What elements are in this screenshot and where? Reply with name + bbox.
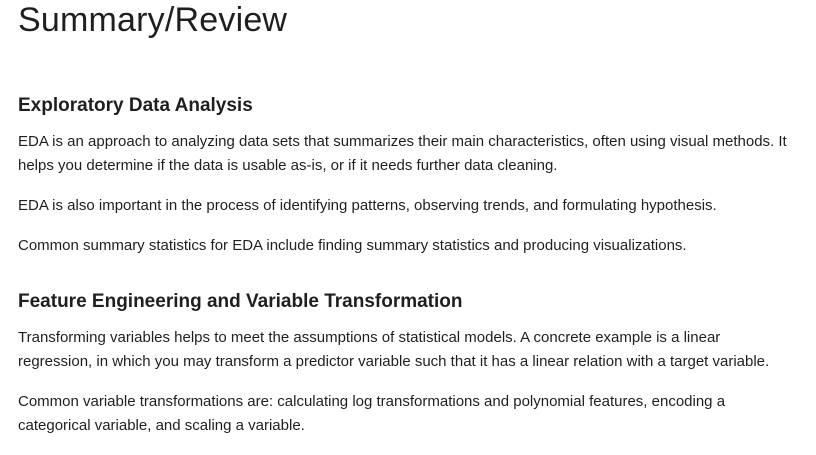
paragraph: Common summary statistics for EDA includ…	[18, 237, 687, 254]
section-feature-engineering: Feature Engineering and Variable Transfo…	[18, 290, 798, 438]
section-heading: Feature Engineering and Variable Transfo…	[18, 291, 463, 312]
page-title: Summary/Review	[18, 1, 288, 39]
paragraph: Common variable transformations are: cal…	[18, 393, 726, 434]
section-heading: Exploratory Data Analysis	[18, 95, 253, 116]
paragraph: EDA is also important in the process of …	[18, 197, 717, 214]
paragraph: Transforming variables helps to meet the…	[18, 329, 770, 370]
document-page: Summary/Review Exploratory Data Analysis…	[0, 0, 816, 455]
section-exploratory-data-analysis: Exploratory Data Analysis EDA is an appr…	[18, 94, 798, 258]
paragraph: EDA is an approach to analyzing data set…	[18, 133, 787, 174]
